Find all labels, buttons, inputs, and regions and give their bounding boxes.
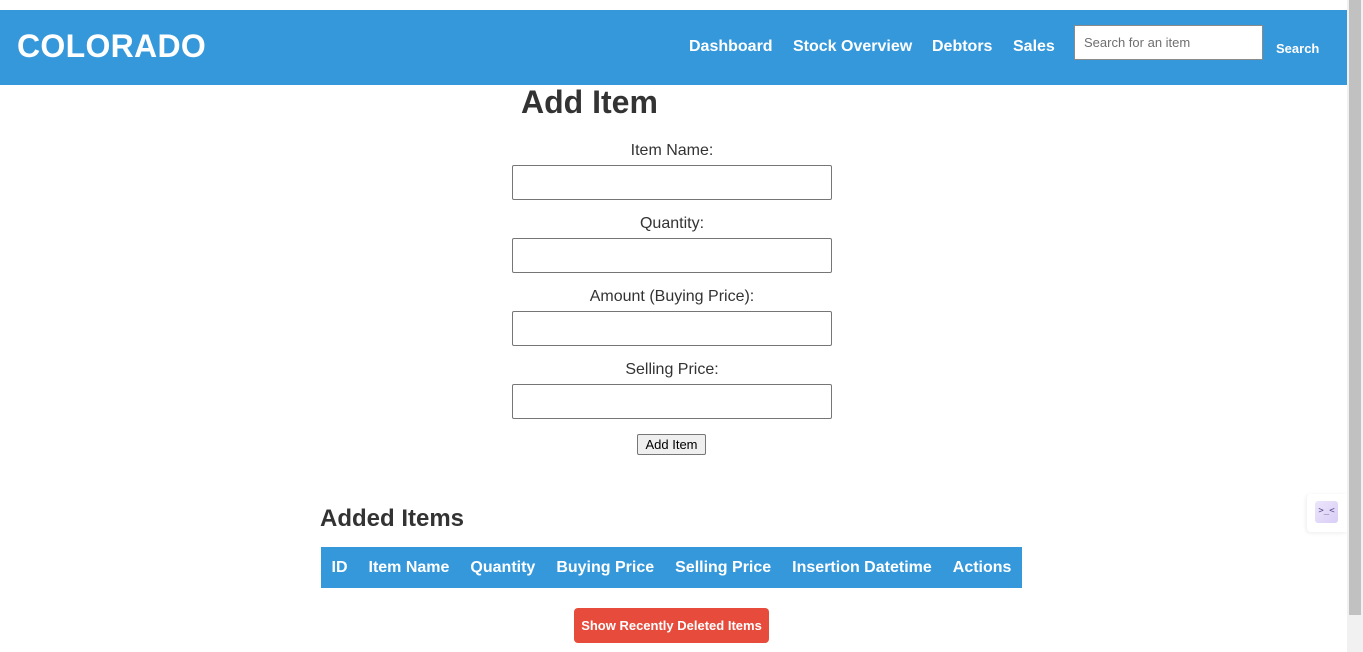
table-header-row: ID Item Name Quantity Buying Price Selli… bbox=[321, 547, 1022, 588]
nav-link-stock-overview[interactable]: Stock Overview bbox=[793, 38, 912, 56]
show-deleted-items-button[interactable]: Show Recently Deleted Items bbox=[574, 608, 769, 643]
extension-widget[interactable]: >_< bbox=[1307, 494, 1347, 532]
column-header-item-name: Item Name bbox=[368, 558, 450, 576]
quantity-label: Quantity: bbox=[639, 215, 705, 232]
column-header-id: ID bbox=[331, 558, 348, 576]
scrollbar-thumb[interactable] bbox=[1349, 0, 1361, 615]
chat-extension-icon[interactable]: >_< bbox=[1315, 501, 1338, 523]
vertical-scrollbar[interactable] bbox=[1347, 0, 1363, 652]
add-item-button[interactable]: Add Item bbox=[637, 434, 706, 455]
nav-link-sales[interactable]: Sales bbox=[1013, 38, 1055, 56]
column-header-insertion-datetime: Insertion Datetime bbox=[792, 558, 932, 576]
added-items-table: ID Item Name Quantity Buying Price Selli… bbox=[321, 547, 1022, 588]
selling-price-input[interactable] bbox=[512, 384, 832, 419]
added-items-title: Added Items bbox=[320, 505, 465, 532]
column-header-selling-price: Selling Price bbox=[675, 558, 772, 576]
buying-price-label: Amount (Buying Price): bbox=[589, 288, 755, 305]
buying-price-input[interactable] bbox=[512, 311, 832, 346]
quantity-input[interactable] bbox=[512, 238, 832, 273]
search-input[interactable] bbox=[1074, 25, 1263, 60]
nav-link-dashboard[interactable]: Dashboard bbox=[689, 38, 773, 56]
page-title: Add Item bbox=[521, 84, 658, 120]
item-name-input[interactable] bbox=[512, 165, 832, 200]
top-gap bbox=[0, 0, 1347, 10]
column-header-quantity: Quantity bbox=[470, 558, 536, 576]
search-button[interactable]: Search bbox=[1266, 41, 1329, 56]
column-header-actions: Actions bbox=[952, 558, 1012, 576]
nav-link-debtors[interactable]: Debtors bbox=[932, 38, 992, 56]
navbar: COLORADO Dashboard Stock Overview Debtor… bbox=[0, 10, 1347, 85]
item-name-label: Item Name: bbox=[630, 142, 714, 159]
column-header-buying-price: Buying Price bbox=[556, 558, 655, 576]
selling-price-label: Selling Price: bbox=[625, 361, 719, 378]
brand-logo[interactable]: COLORADO bbox=[17, 28, 206, 65]
